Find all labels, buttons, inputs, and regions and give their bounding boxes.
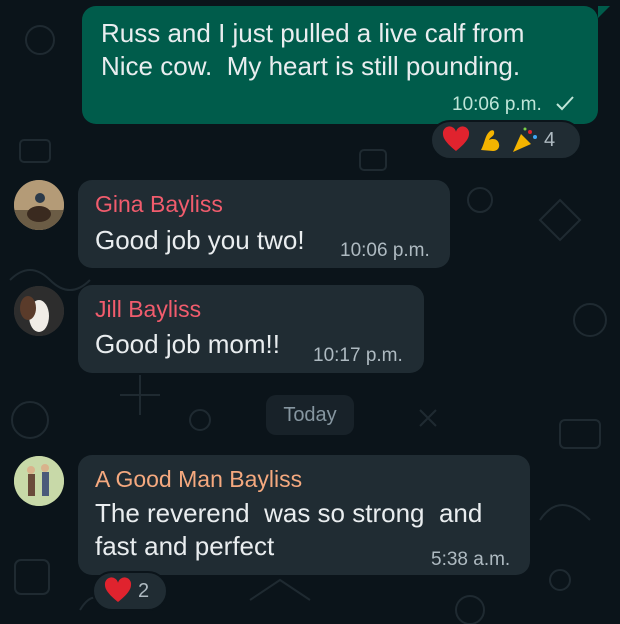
incoming-message-bubble[interactable]: Gina Bayliss Good job you two! 10:06 p.m… <box>78 180 450 268</box>
flexed-biceps-icon <box>476 126 504 154</box>
incoming-message-bubble[interactable]: A Good Man Bayliss The reverend was so s… <box>78 455 530 575</box>
red-heart-icon <box>104 577 132 605</box>
message-text: Good job mom!! <box>95 329 280 359</box>
party-popper-icon <box>510 126 538 154</box>
sender-name[interactable]: Gina Bayliss <box>95 190 223 218</box>
reaction-count: 4 <box>544 128 556 151</box>
avatar[interactable] <box>14 456 64 506</box>
bubble-tail <box>598 6 610 18</box>
day-separator-label: Today <box>283 403 337 426</box>
avatar[interactable] <box>14 180 64 230</box>
message-time: 10:17 p.m. <box>313 345 403 366</box>
sender-name[interactable]: Jill Bayliss <box>95 295 201 323</box>
message-text: Good job you two! <box>95 225 305 255</box>
message-text: Russ and I just pulled a live calf from … <box>101 18 525 81</box>
message-time: 5:38 a.m. <box>431 549 511 570</box>
reaction-count: 2 <box>138 579 150 602</box>
incoming-message-bubble[interactable]: Jill Bayliss Good job mom!! 10:17 p.m. <box>78 285 424 373</box>
avatar[interactable] <box>14 286 64 336</box>
reactions-pill[interactable]: 4 <box>430 120 582 160</box>
sender-name[interactable]: A Good Man Bayliss <box>95 465 302 493</box>
reactions-pill[interactable]: 2 <box>92 571 168 611</box>
double-check-icon <box>554 92 576 114</box>
message-time: 10:06 p.m. <box>452 94 542 115</box>
day-separator: Today <box>266 395 354 435</box>
outgoing-message-bubble[interactable]: Russ and I just pulled a live calf from … <box>82 6 598 124</box>
red-heart-icon <box>442 126 470 154</box>
message-text: The reverend was so strong and fast and … <box>95 498 483 561</box>
message-time: 10:06 p.m. <box>340 240 430 261</box>
